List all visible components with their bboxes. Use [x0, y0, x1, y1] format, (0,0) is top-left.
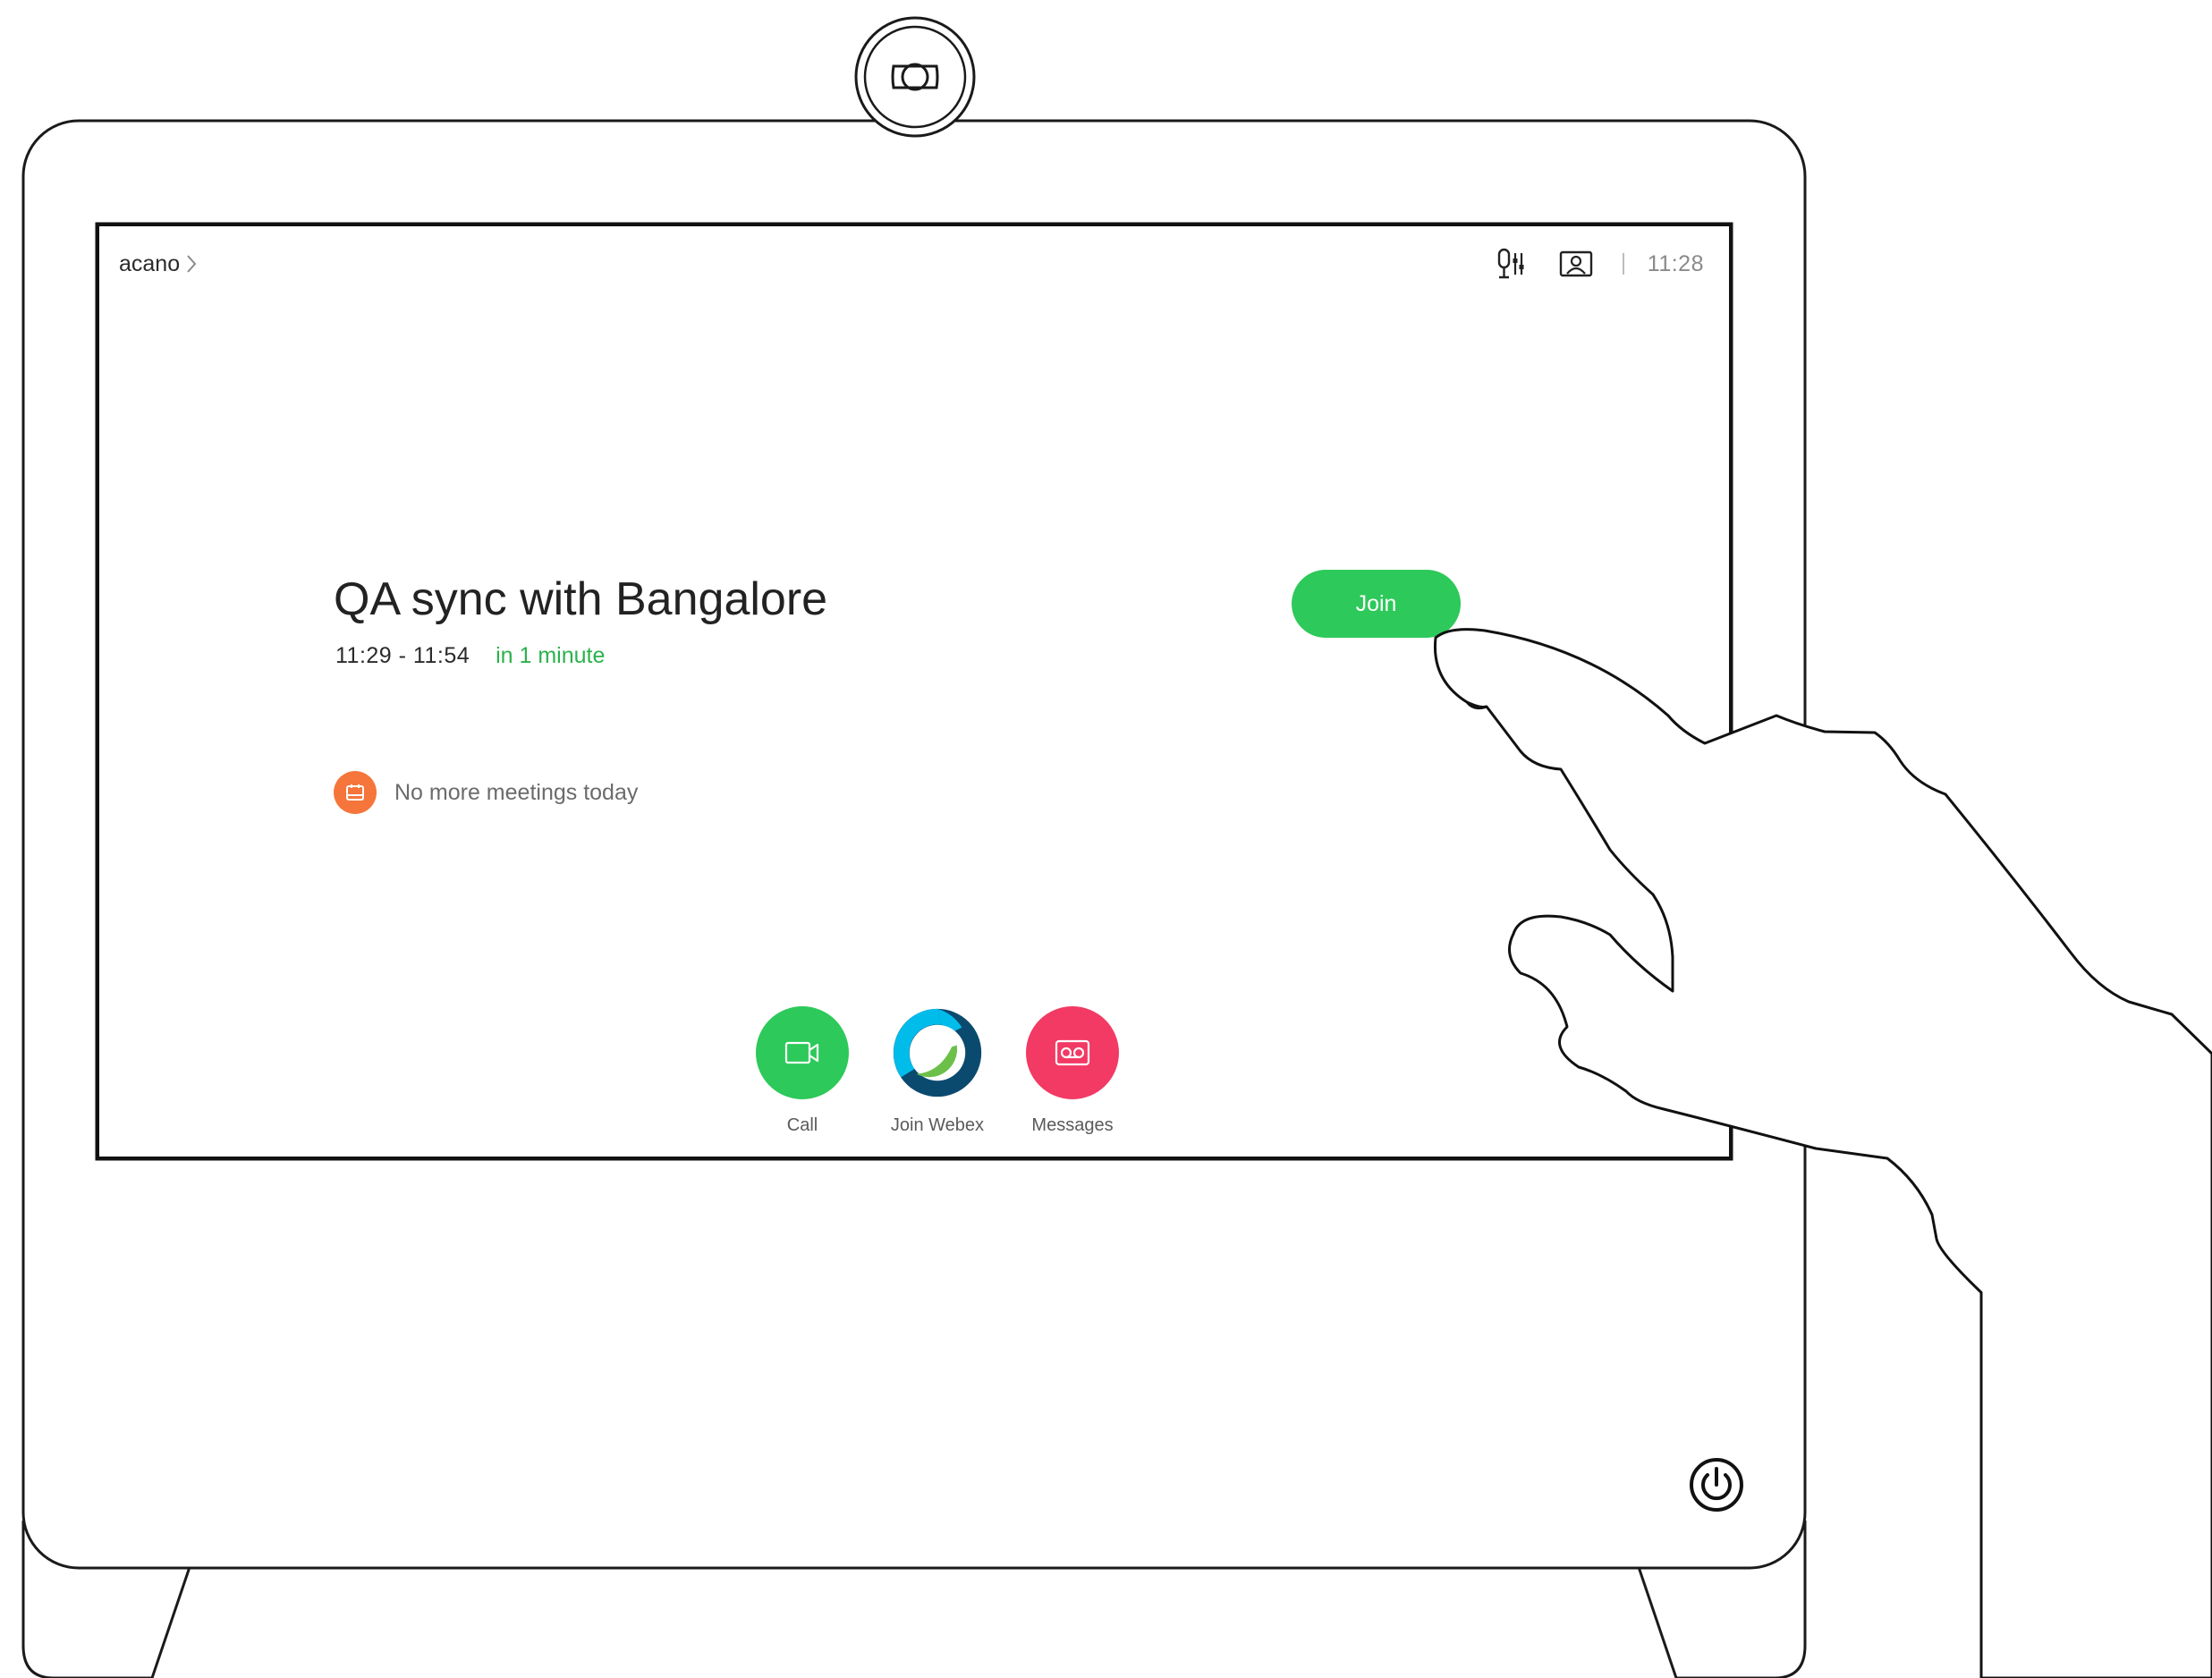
- microphone-settings-icon: [1497, 248, 1524, 279]
- messages-circle[interactable]: [1026, 1006, 1119, 1099]
- call-circle[interactable]: [756, 1006, 849, 1099]
- no-more-meetings-row: No more meetings today: [334, 771, 638, 814]
- calendar-icon: [334, 771, 377, 814]
- messages-button[interactable]: Messages: [1001, 1006, 1144, 1136]
- video-camera-icon: [784, 1041, 819, 1064]
- device-name-link[interactable]: acano: [119, 246, 198, 282]
- chevron-right-icon: [187, 255, 197, 273]
- selfview-icon: [1559, 250, 1592, 277]
- voicemail-icon: [1055, 1039, 1090, 1066]
- device-name: acano: [119, 250, 181, 276]
- no-more-meetings-text: No more meetings today: [394, 779, 639, 805]
- status-divider: [1622, 253, 1624, 275]
- call-button[interactable]: Call: [731, 1006, 874, 1136]
- join-button[interactable]: Join: [1292, 570, 1461, 638]
- meeting-title: QA sync with Bangalore: [334, 573, 828, 625]
- touch-screen: acano 11:28 QA sync with Bangalore 11:29…: [99, 226, 1729, 1157]
- status-bar: 11:28: [1490, 244, 1704, 284]
- meeting-time-row: 11:29 - 11:54 in 1 minute: [335, 643, 605, 669]
- join-webex-circle[interactable]: [891, 1006, 984, 1099]
- join-webex-button[interactable]: Join Webex: [866, 1006, 1009, 1136]
- camera-icon: [854, 16, 976, 138]
- messages-label: Messages: [1031, 1115, 1114, 1135]
- call-label: Call: [786, 1115, 818, 1135]
- microphone-settings-button[interactable]: [1490, 244, 1533, 284]
- meeting-time-range: 11:29 - 11:54: [335, 643, 470, 668]
- meeting-relative-time: in 1 minute: [496, 643, 606, 668]
- join-webex-label: Join Webex: [890, 1115, 985, 1135]
- selfview-button[interactable]: [1555, 244, 1598, 284]
- webex-icon: [893, 1008, 982, 1097]
- power-icon[interactable]: [1689, 1457, 1744, 1513]
- clock: 11:28: [1647, 250, 1704, 276]
